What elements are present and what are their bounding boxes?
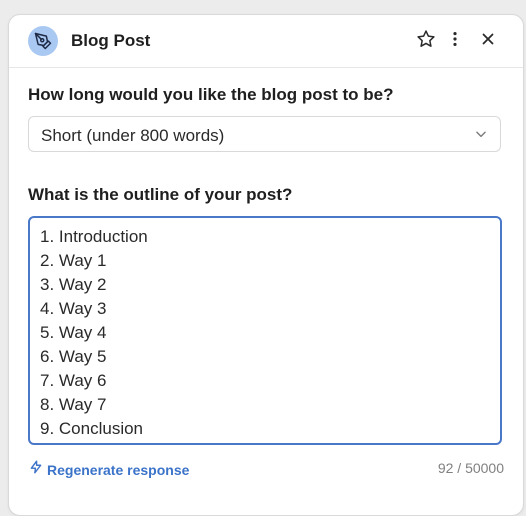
outline-line: 4. Way 3: [40, 299, 107, 318]
outline-line: 9. Conclusion: [40, 419, 144, 438]
more-vertical-icon: [445, 29, 465, 54]
blog-post-panel: Blog Post How long would you like the bl…: [8, 14, 524, 516]
close-icon: [479, 30, 497, 53]
post-length-select[interactable]: Short (under 800 words): [28, 116, 501, 152]
more-options-button[interactable]: [443, 29, 467, 53]
favorite-button[interactable]: [414, 29, 438, 53]
panel-title: Blog Post: [71, 31, 151, 50]
outline-textarea[interactable]: 1. Introduction 2. Way 1 3. Way 2 4. Way…: [28, 216, 502, 445]
outline-line: 1. Introduction: [40, 227, 148, 246]
regenerate-response-label: Regenerate response: [47, 461, 190, 478]
outline-line: 2. Way 1: [40, 251, 107, 270]
outline-line: 6. Way 5: [40, 347, 107, 366]
outline-question-label: What is the outline of your post?: [28, 185, 293, 204]
close-button[interactable]: [476, 29, 500, 53]
panel-header: Blog Post: [9, 15, 523, 68]
lightning-bolt-icon: [29, 459, 43, 480]
length-question-label: How long would you like the blog post to…: [28, 85, 394, 104]
outline-line: 5. Way 4: [40, 323, 107, 342]
outline-line: 3. Way 2: [40, 275, 107, 294]
post-length-selected-value: Short (under 800 words): [41, 126, 225, 145]
character-count: 92 / 50000: [437, 460, 504, 476]
regenerate-response-button[interactable]: Regenerate response: [29, 459, 189, 480]
chevron-down-icon: [474, 127, 488, 141]
outline-line: 7. Way 6: [40, 371, 107, 390]
pen-nib-icon: [28, 26, 58, 56]
outline-line: 8. Way 7: [40, 395, 107, 414]
star-icon: [416, 29, 436, 54]
